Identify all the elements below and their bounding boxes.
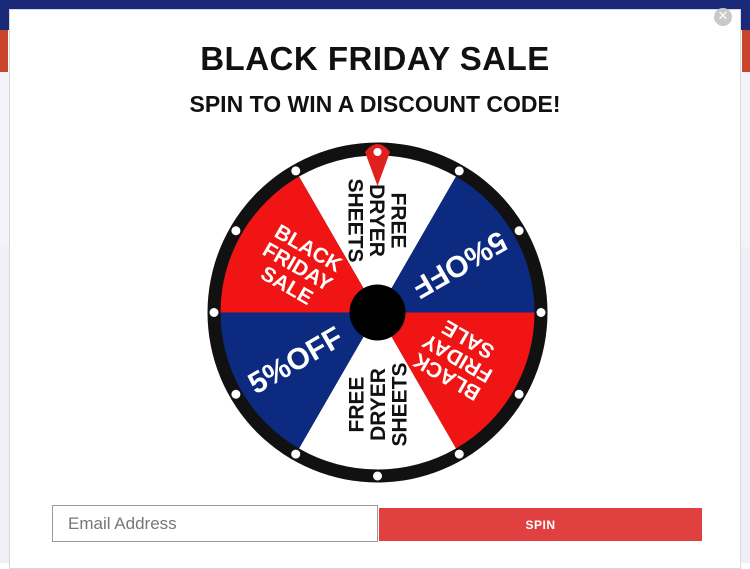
wheel-segment-label-line: DRYER bbox=[365, 184, 388, 257]
prize-wheel[interactable]: FREEDRYERSHEETS5%OFFBLACKFRIDAYSALEFREED… bbox=[205, 140, 550, 485]
rim-dot bbox=[454, 449, 464, 459]
rim-dot bbox=[536, 308, 546, 317]
wheel-segment-label-line: FREE bbox=[387, 192, 410, 248]
popup-title: BLACK FRIDAY SALE bbox=[200, 40, 550, 77]
pointer-center bbox=[373, 148, 382, 156]
rim-dot bbox=[514, 389, 524, 399]
rim-dot bbox=[231, 389, 241, 399]
wheel-segment-label-line: SHEETS bbox=[388, 362, 411, 446]
wheel-hub bbox=[349, 284, 406, 341]
close-popup-button[interactable]: ✕ bbox=[714, 8, 732, 26]
wheel-segment-label-line: DRYER bbox=[367, 368, 390, 441]
email-field[interactable] bbox=[52, 505, 378, 542]
rim-dot bbox=[231, 226, 241, 236]
wheel-segment-label-line: FREE bbox=[345, 376, 368, 432]
rim-dot bbox=[291, 449, 301, 459]
close-icon: ✕ bbox=[717, 9, 729, 24]
rim-dot bbox=[291, 166, 301, 176]
header-edge-left bbox=[0, 30, 8, 72]
popup-subtitle: SPIN TO WIN A DISCOUNT CODE! bbox=[189, 91, 561, 117]
rim-dot bbox=[373, 471, 382, 481]
rim-dot bbox=[514, 226, 524, 236]
rim-dot bbox=[454, 166, 464, 176]
wheel-segment-label-line: SHEETS bbox=[344, 178, 367, 262]
header-edge-right bbox=[742, 30, 750, 72]
rim-dot bbox=[209, 308, 219, 317]
spin-button[interactable]: SPIN bbox=[379, 508, 702, 541]
